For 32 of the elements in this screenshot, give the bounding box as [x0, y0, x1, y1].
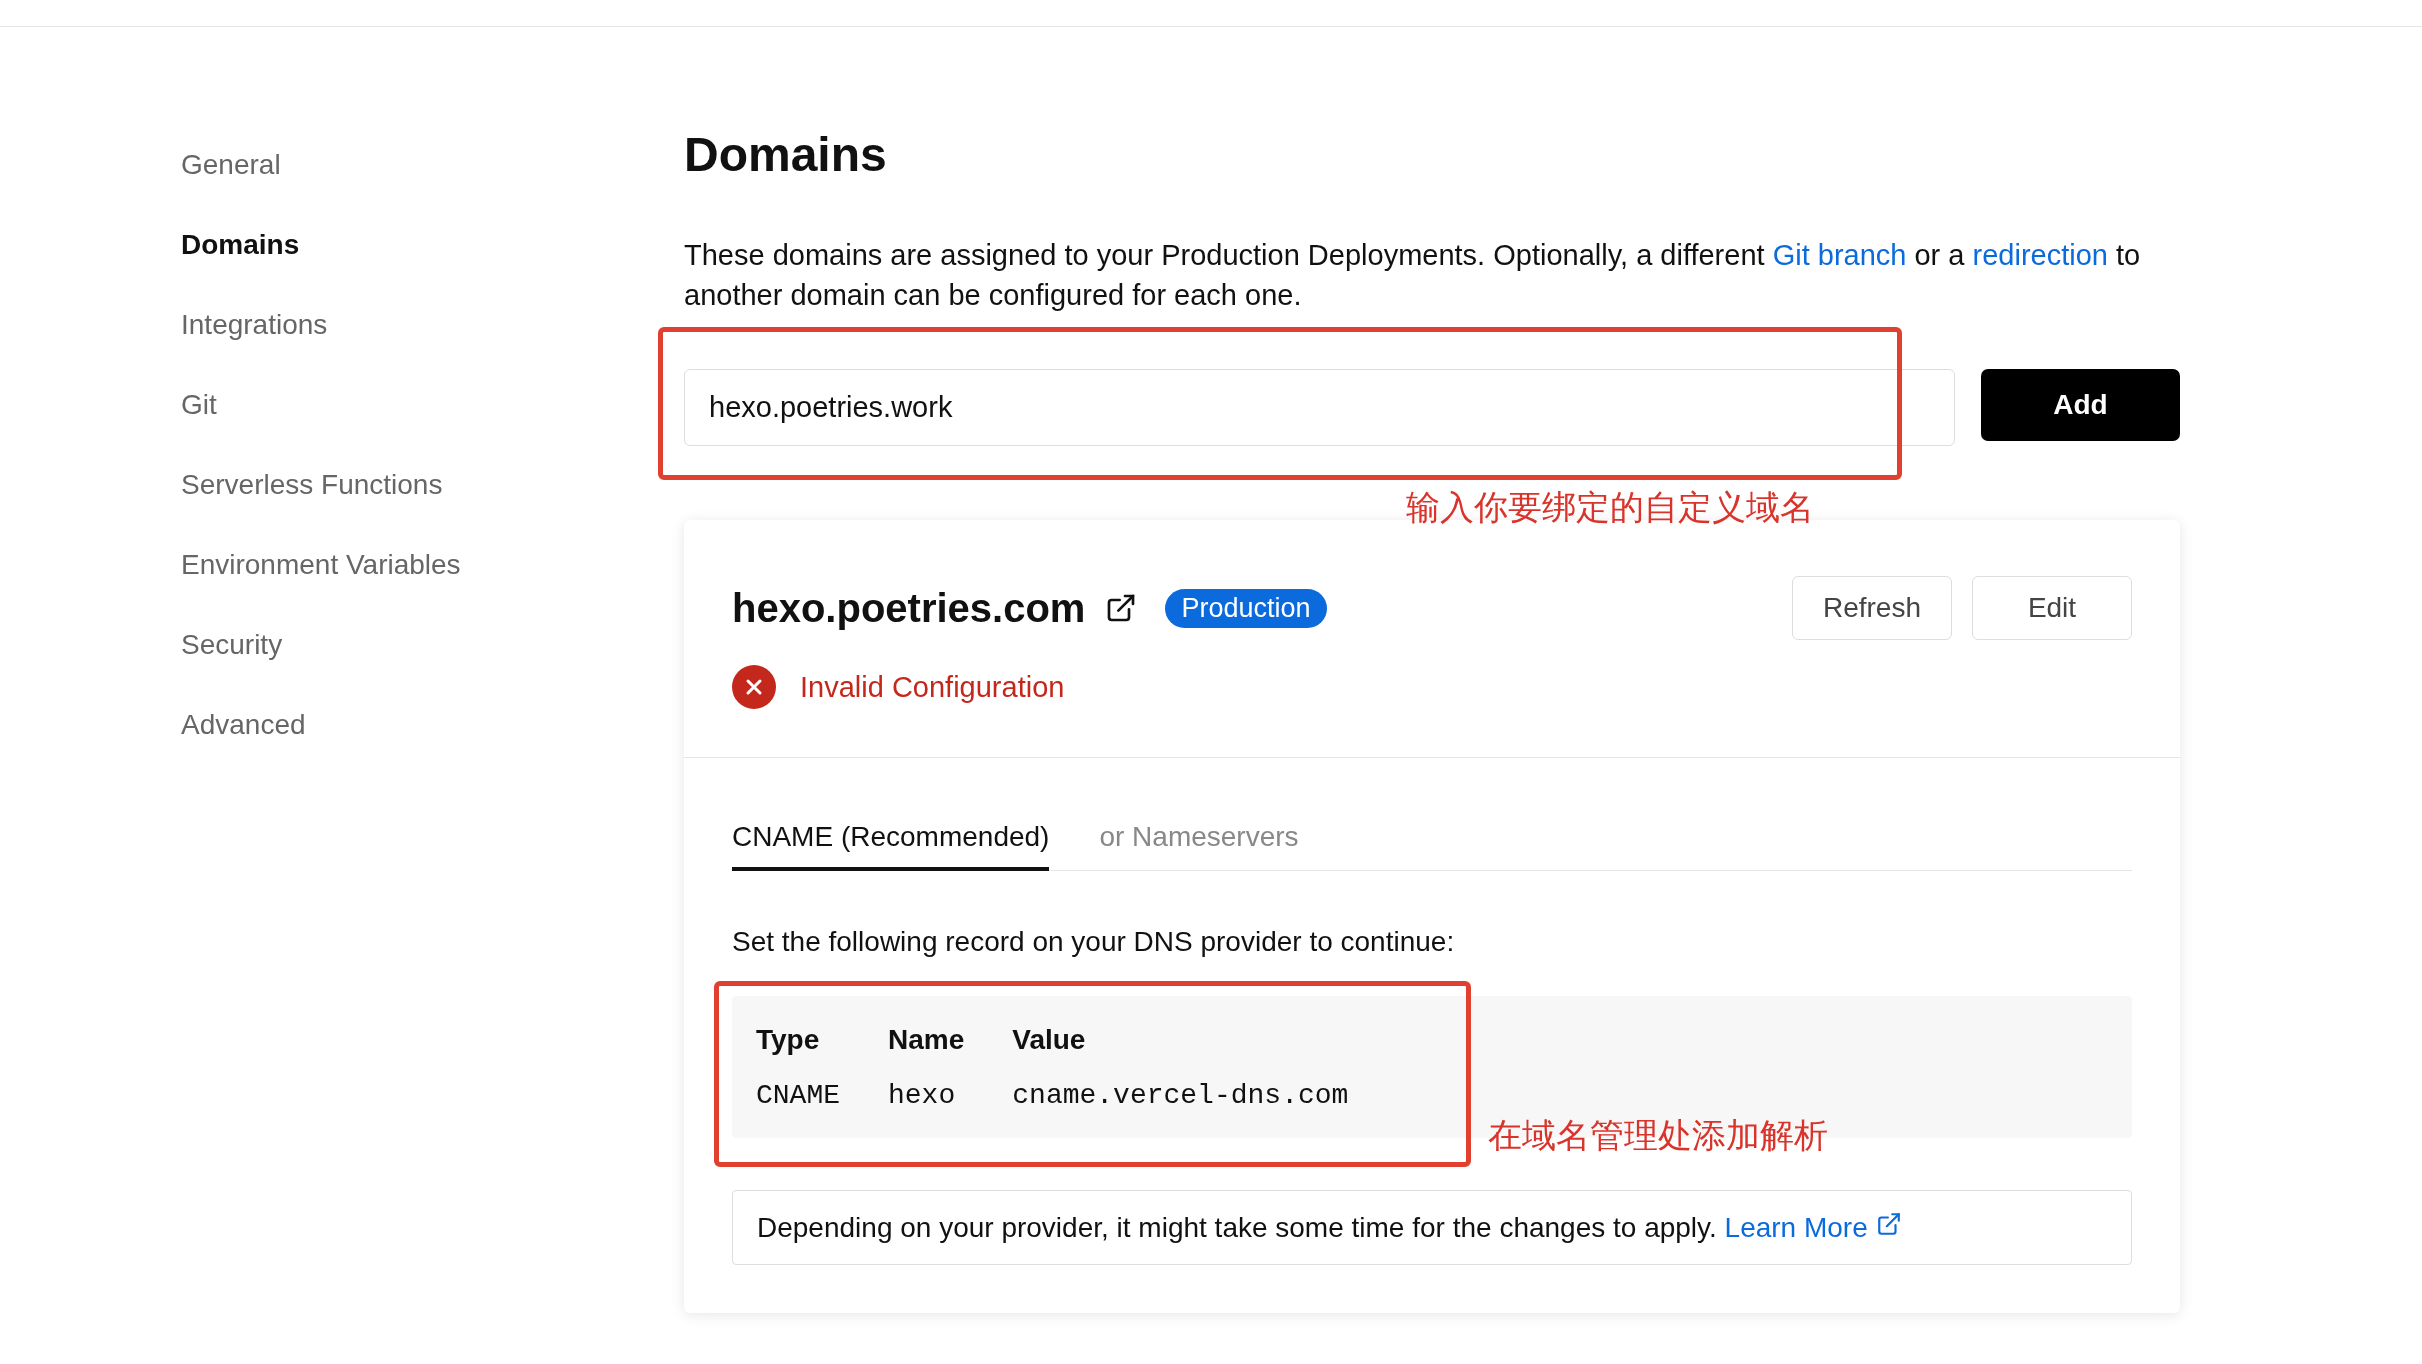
description-link[interactable]: Git branch	[1772, 239, 1907, 271]
table-cell-text: cname.vercel-dns.com	[1012, 1078, 1350, 1111]
table-cell-text: CNAME	[756, 1078, 841, 1111]
sidebar-item[interactable]: Security	[181, 627, 283, 663]
description-link[interactable]: redirection	[1972, 239, 2108, 271]
instruction-text: Set the following record on your DNS provider to continue:	[732, 926, 1456, 958]
card-button[interactable]: Refresh	[1792, 576, 1952, 640]
sidebar-item[interactable]: Advanced	[181, 707, 306, 743]
domain-name: hexo.poetries.com	[732, 585, 1086, 631]
sidebar-item[interactable]: General	[181, 147, 281, 183]
column-header: Name	[888, 1023, 1013, 1068]
sidebar-item[interactable]: Integrations	[181, 307, 328, 343]
column-header: Value	[1012, 1023, 1087, 1057]
sidebar-item[interactable]: Git	[181, 387, 217, 423]
table-cell-text: hexo	[888, 1078, 957, 1111]
annotation-text: 在域名管理处添加解析	[1488, 1115, 1828, 1155]
production-badge: Production	[1165, 588, 1327, 628]
domain-input-field[interactable]: hexo.poetries.work	[684, 369, 1955, 446]
card-button[interactable]: Edit	[1972, 576, 2132, 640]
annotation-text: 输入你要绑定的自定义域名	[1406, 487, 1814, 527]
description-text: These domains are assigned to your Production Deployments. Optionally, a different Git branch or a redirection to another domain can be configured for each one.	[684, 238, 2142, 313]
sidebar-item[interactable]: Serverless Functions	[181, 467, 443, 503]
add-button[interactable]: Add	[1981, 369, 2180, 441]
column-header: Type	[756, 1023, 821, 1057]
status-text: Invalid Configuration	[800, 670, 1065, 704]
sidebar-item[interactable]: Domains	[181, 227, 300, 263]
info-text: Depending on your provider, it might take some time for the changes to apply. Learn More	[732, 1190, 2132, 1265]
learn-more-link[interactable]: Learn More	[1724, 1212, 1868, 1243]
record-tab[interactable]: CNAME (Recommended)	[732, 821, 1050, 871]
page-title: Domains	[684, 127, 887, 183]
record-tab[interactable]: or Nameservers	[1099, 821, 1299, 871]
sidebar-item[interactable]: Environment Variables	[181, 547, 461, 583]
